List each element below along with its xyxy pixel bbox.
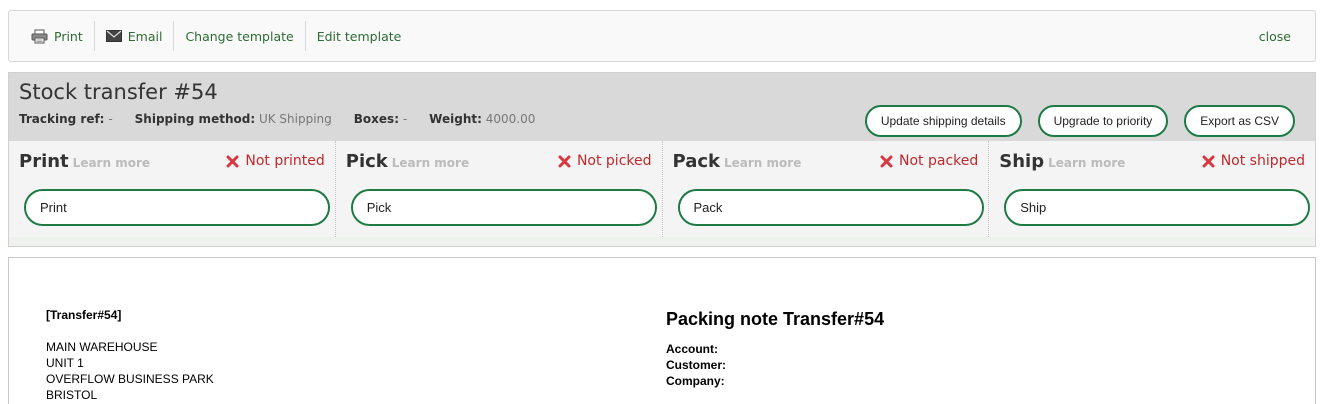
- stage-print: Print Learn more Not printed Print: [9, 141, 336, 237]
- stage-pack-learn-more[interactable]: Learn more: [724, 156, 801, 170]
- update-shipping-button[interactable]: Update shipping details: [864, 105, 1022, 137]
- account-field-label: Account:: [666, 342, 718, 356]
- stage-pick-status-text: Not picked: [576, 153, 652, 169]
- stage-ship-name: Ship: [999, 151, 1045, 172]
- tracking-ref: Tracking ref: -: [19, 112, 113, 126]
- stage-print-learn-more[interactable]: Learn more: [73, 156, 150, 170]
- x-mark-icon: [558, 155, 571, 168]
- stage-print-name: Print: [19, 151, 69, 172]
- change-template-link[interactable]: Change template: [174, 21, 306, 51]
- customer-field-label: Customer:: [666, 358, 727, 372]
- address-line: OVERFLOW BUSINESS PARK: [46, 372, 214, 386]
- stage-pack: Pack Learn more Not packed Pack: [662, 141, 990, 237]
- upgrade-priority-button[interactable]: Upgrade to priority: [1037, 105, 1169, 137]
- x-mark-icon: [226, 155, 239, 168]
- warehouse-address: MAIN WAREHOUSE UNIT 1 OVERFLOW BUSINESS …: [46, 339, 214, 403]
- email-button[interactable]: Email: [95, 21, 175, 51]
- panel-footer: [9, 237, 1315, 246]
- transfer-ref: [Transfer#54]: [46, 308, 122, 322]
- stage-pick-status: Not picked: [558, 153, 652, 169]
- stage-print-status-text: Not printed: [245, 153, 325, 169]
- stage-pack-status: Not packed: [880, 153, 978, 169]
- transfer-meta: Tracking ref: - Shipping method: UK Ship…: [19, 112, 557, 126]
- stage-pack-status-text: Not packed: [899, 153, 979, 169]
- tracking-ref-value: -: [108, 112, 113, 126]
- weight-label: Weight:: [429, 112, 482, 126]
- shipping-method: Shipping method: UK Shipping: [135, 112, 332, 126]
- stage-print-title: Print Learn more: [19, 151, 150, 172]
- stage-ship: Ship Learn more Not shipped Ship: [989, 141, 1315, 237]
- header-actions: Update shipping details Upgrade to prior…: [849, 105, 1295, 137]
- stage-print-input[interactable]: Print: [24, 189, 330, 226]
- tracking-ref-label: Tracking ref:: [19, 112, 105, 126]
- edit-template-link[interactable]: Edit template: [306, 21, 413, 51]
- email-label: Email: [127, 28, 163, 44]
- page-title: Stock transfer #54: [19, 80, 218, 104]
- shipping-method-label: Shipping method:: [134, 112, 256, 126]
- stage-ship-status-text: Not shipped: [1220, 153, 1305, 169]
- company-field-label: Company:: [666, 374, 725, 388]
- change-template-label: Change template: [185, 28, 294, 44]
- transfer-header: Stock transfer #54 Tracking ref: - Shipp…: [9, 73, 1315, 141]
- address-line: BRISTOL: [46, 388, 98, 402]
- edit-template-label: Edit template: [316, 28, 402, 44]
- stage-ship-learn-more[interactable]: Learn more: [1048, 156, 1125, 170]
- stage-pick-input[interactable]: Pick: [350, 189, 657, 226]
- stage-print-status: Not printed: [226, 153, 325, 169]
- transfer-panel: Stock transfer #54 Tracking ref: - Shipp…: [8, 72, 1316, 247]
- fulfilment-stages: Print Learn more Not printed Print Pick Le…: [9, 141, 1315, 237]
- printer-icon: [31, 29, 48, 44]
- x-mark-icon: [1202, 155, 1215, 168]
- packing-note-preview: [Transfer#54] MAIN WAREHOUSE UNIT 1 OVER…: [8, 257, 1316, 404]
- stage-pick: Pick Learn more Not picked Pick: [335, 141, 663, 237]
- weight: Weight: 4000.00: [429, 112, 535, 126]
- x-mark-icon: [880, 155, 893, 168]
- stage-pack-input[interactable]: Pack: [677, 189, 984, 226]
- close-link[interactable]: close: [1259, 29, 1291, 44]
- stage-pick-learn-more[interactable]: Learn more: [392, 156, 469, 170]
- boxes-label: Boxes:: [353, 112, 399, 126]
- weight-value: 4000.00: [485, 112, 536, 126]
- packing-note-fields: Account: Customer: Company:: [666, 341, 726, 389]
- export-csv-button[interactable]: Export as CSV: [1184, 105, 1295, 137]
- stage-ship-status: Not shipped: [1202, 153, 1305, 169]
- print-label: Print: [54, 28, 83, 44]
- stage-pick-name: Pick: [345, 151, 388, 172]
- envelope-icon: [105, 30, 122, 42]
- packing-note-title: Packing note Transfer#54: [666, 309, 885, 329]
- document-toolbar: Print Email Change template Edit templat…: [8, 10, 1316, 62]
- address-line: MAIN WAREHOUSE: [46, 340, 158, 354]
- boxes-value: -: [402, 112, 408, 126]
- stage-ship-title: Ship Learn more: [999, 151, 1125, 172]
- boxes: Boxes: -: [354, 112, 407, 126]
- print-button[interactable]: Print: [9, 21, 95, 51]
- stage-pack-name: Pack: [672, 151, 721, 172]
- address-line: UNIT 1: [46, 356, 84, 370]
- stage-ship-input[interactable]: Ship: [1004, 189, 1311, 226]
- stage-pack-title: Pack Learn more: [673, 151, 802, 172]
- shipping-method-value: UK Shipping: [258, 112, 332, 126]
- stage-pick-title: Pick Learn more: [346, 151, 469, 172]
